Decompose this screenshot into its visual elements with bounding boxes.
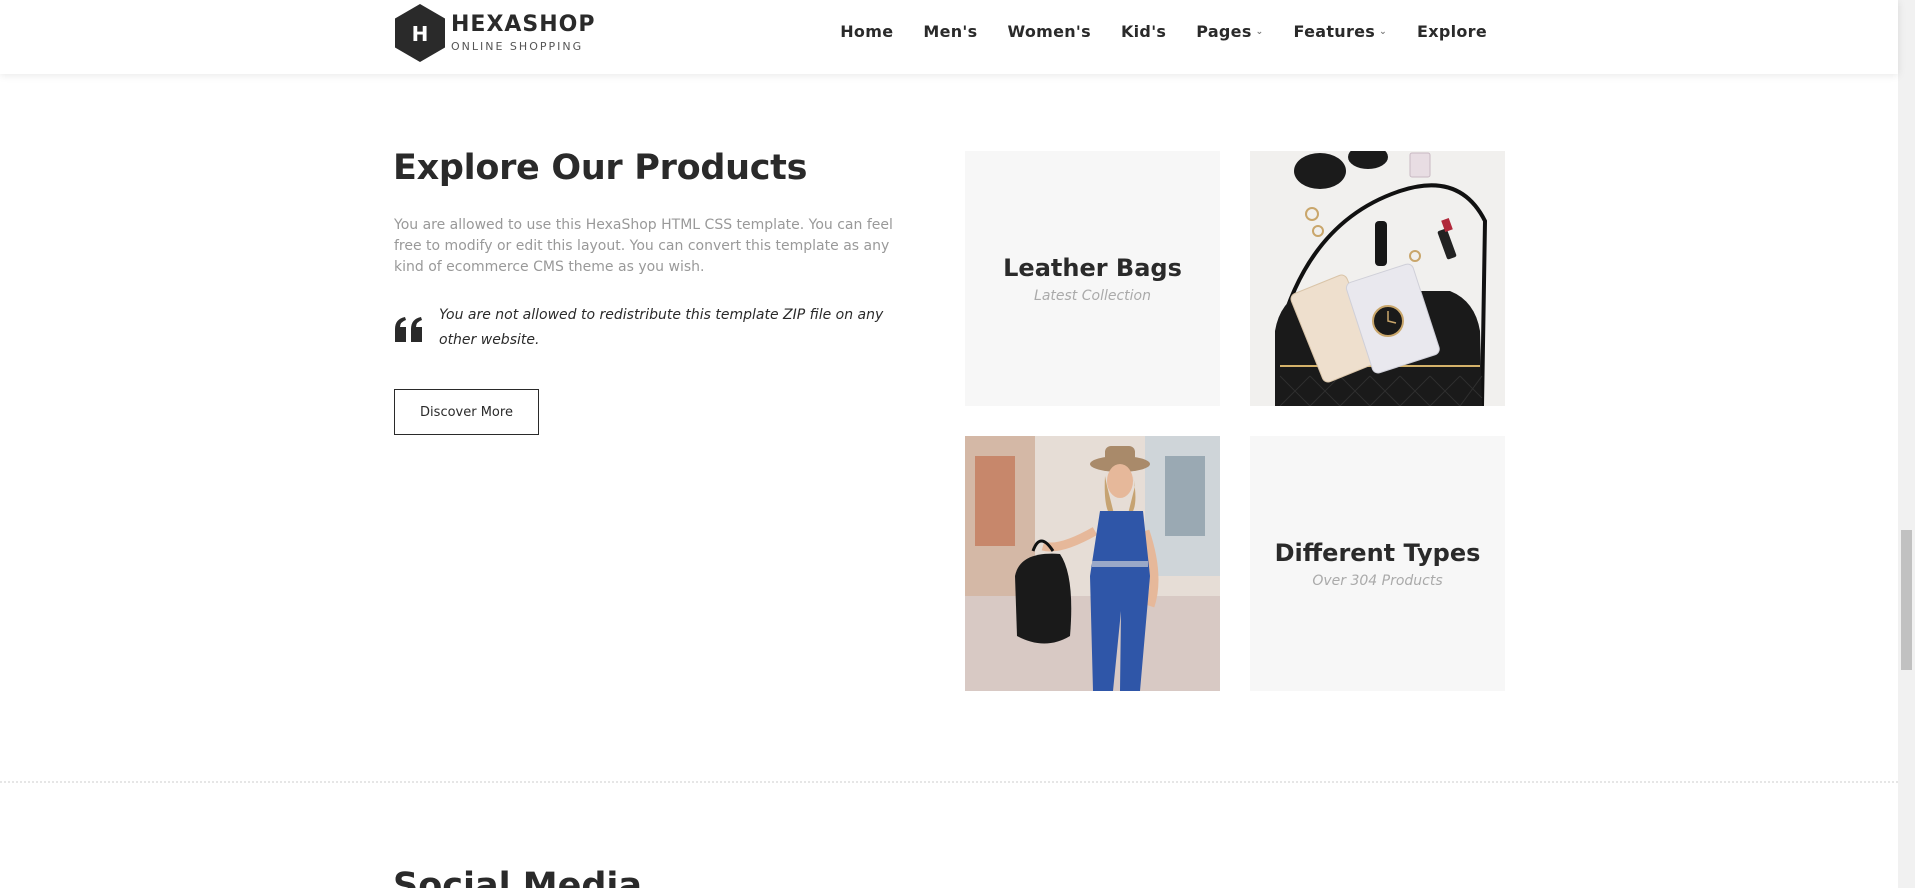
site-header: H HEXASHOP ONLINE SHOPPING Home Men's Wo… xyxy=(0,0,1898,74)
nav-womens[interactable]: Women's xyxy=(1007,22,1091,41)
main-nav: Home Men's Women's Kid's Pages ⌄ Features… xyxy=(810,22,1487,41)
nav-home[interactable]: Home xyxy=(840,22,893,41)
leather-bags-tile[interactable]: Leather Bags Latest Collection xyxy=(965,151,1220,406)
chevron-down-icon: ⌄ xyxy=(1255,26,1264,37)
woman-illustration xyxy=(965,436,1220,691)
quote-icon xyxy=(395,317,422,342)
woman-with-handbag-image[interactable] xyxy=(965,436,1220,691)
tile-subtitle: Latest Collection xyxy=(1034,287,1151,304)
scrollbar-thumb[interactable] xyxy=(1901,530,1912,670)
chevron-down-icon: ⌄ xyxy=(1379,26,1387,37)
different-types-tile[interactable]: Different Types Over 304 Products xyxy=(1250,436,1505,691)
logo-title: HEXASHOP xyxy=(451,11,596,37)
explore-title: Explore Our Products xyxy=(393,148,808,188)
nav-explore[interactable]: Explore xyxy=(1417,22,1487,41)
tile-title: Leather Bags xyxy=(1003,253,1182,282)
quote-text: You are not allowed to redistribute this… xyxy=(439,307,884,348)
logo-subtitle: ONLINE SHOPPING xyxy=(451,39,584,53)
hexagon-logo-icon: H xyxy=(395,4,445,62)
tile-title: Different Types xyxy=(1274,538,1481,567)
tile-subtitle: Over 304 Products xyxy=(1312,572,1443,589)
nav-mens[interactable]: Men's xyxy=(923,22,977,41)
logo[interactable]: H HEXASHOP ONLINE SHOPPING xyxy=(393,3,596,63)
bag-accessories-image[interactable] xyxy=(1250,151,1505,406)
page-scrollbar[interactable] xyxy=(1898,0,1915,888)
svg-text:H: H xyxy=(412,22,429,46)
nav-pages[interactable]: Pages ⌄ xyxy=(1196,22,1263,41)
social-media-title: Social Media xyxy=(393,866,643,888)
quote-block: You are not allowed to redistribute this… xyxy=(394,303,899,353)
discover-more-button[interactable]: Discover More xyxy=(394,389,539,435)
bag-flatlay-illustration xyxy=(1250,151,1505,406)
nav-features[interactable]: Features ⌄ xyxy=(1293,22,1386,41)
section-divider xyxy=(0,781,1898,783)
nav-kids[interactable]: Kid's xyxy=(1121,22,1166,41)
explore-description: You are allowed to use this HexaShop HTM… xyxy=(394,217,893,275)
